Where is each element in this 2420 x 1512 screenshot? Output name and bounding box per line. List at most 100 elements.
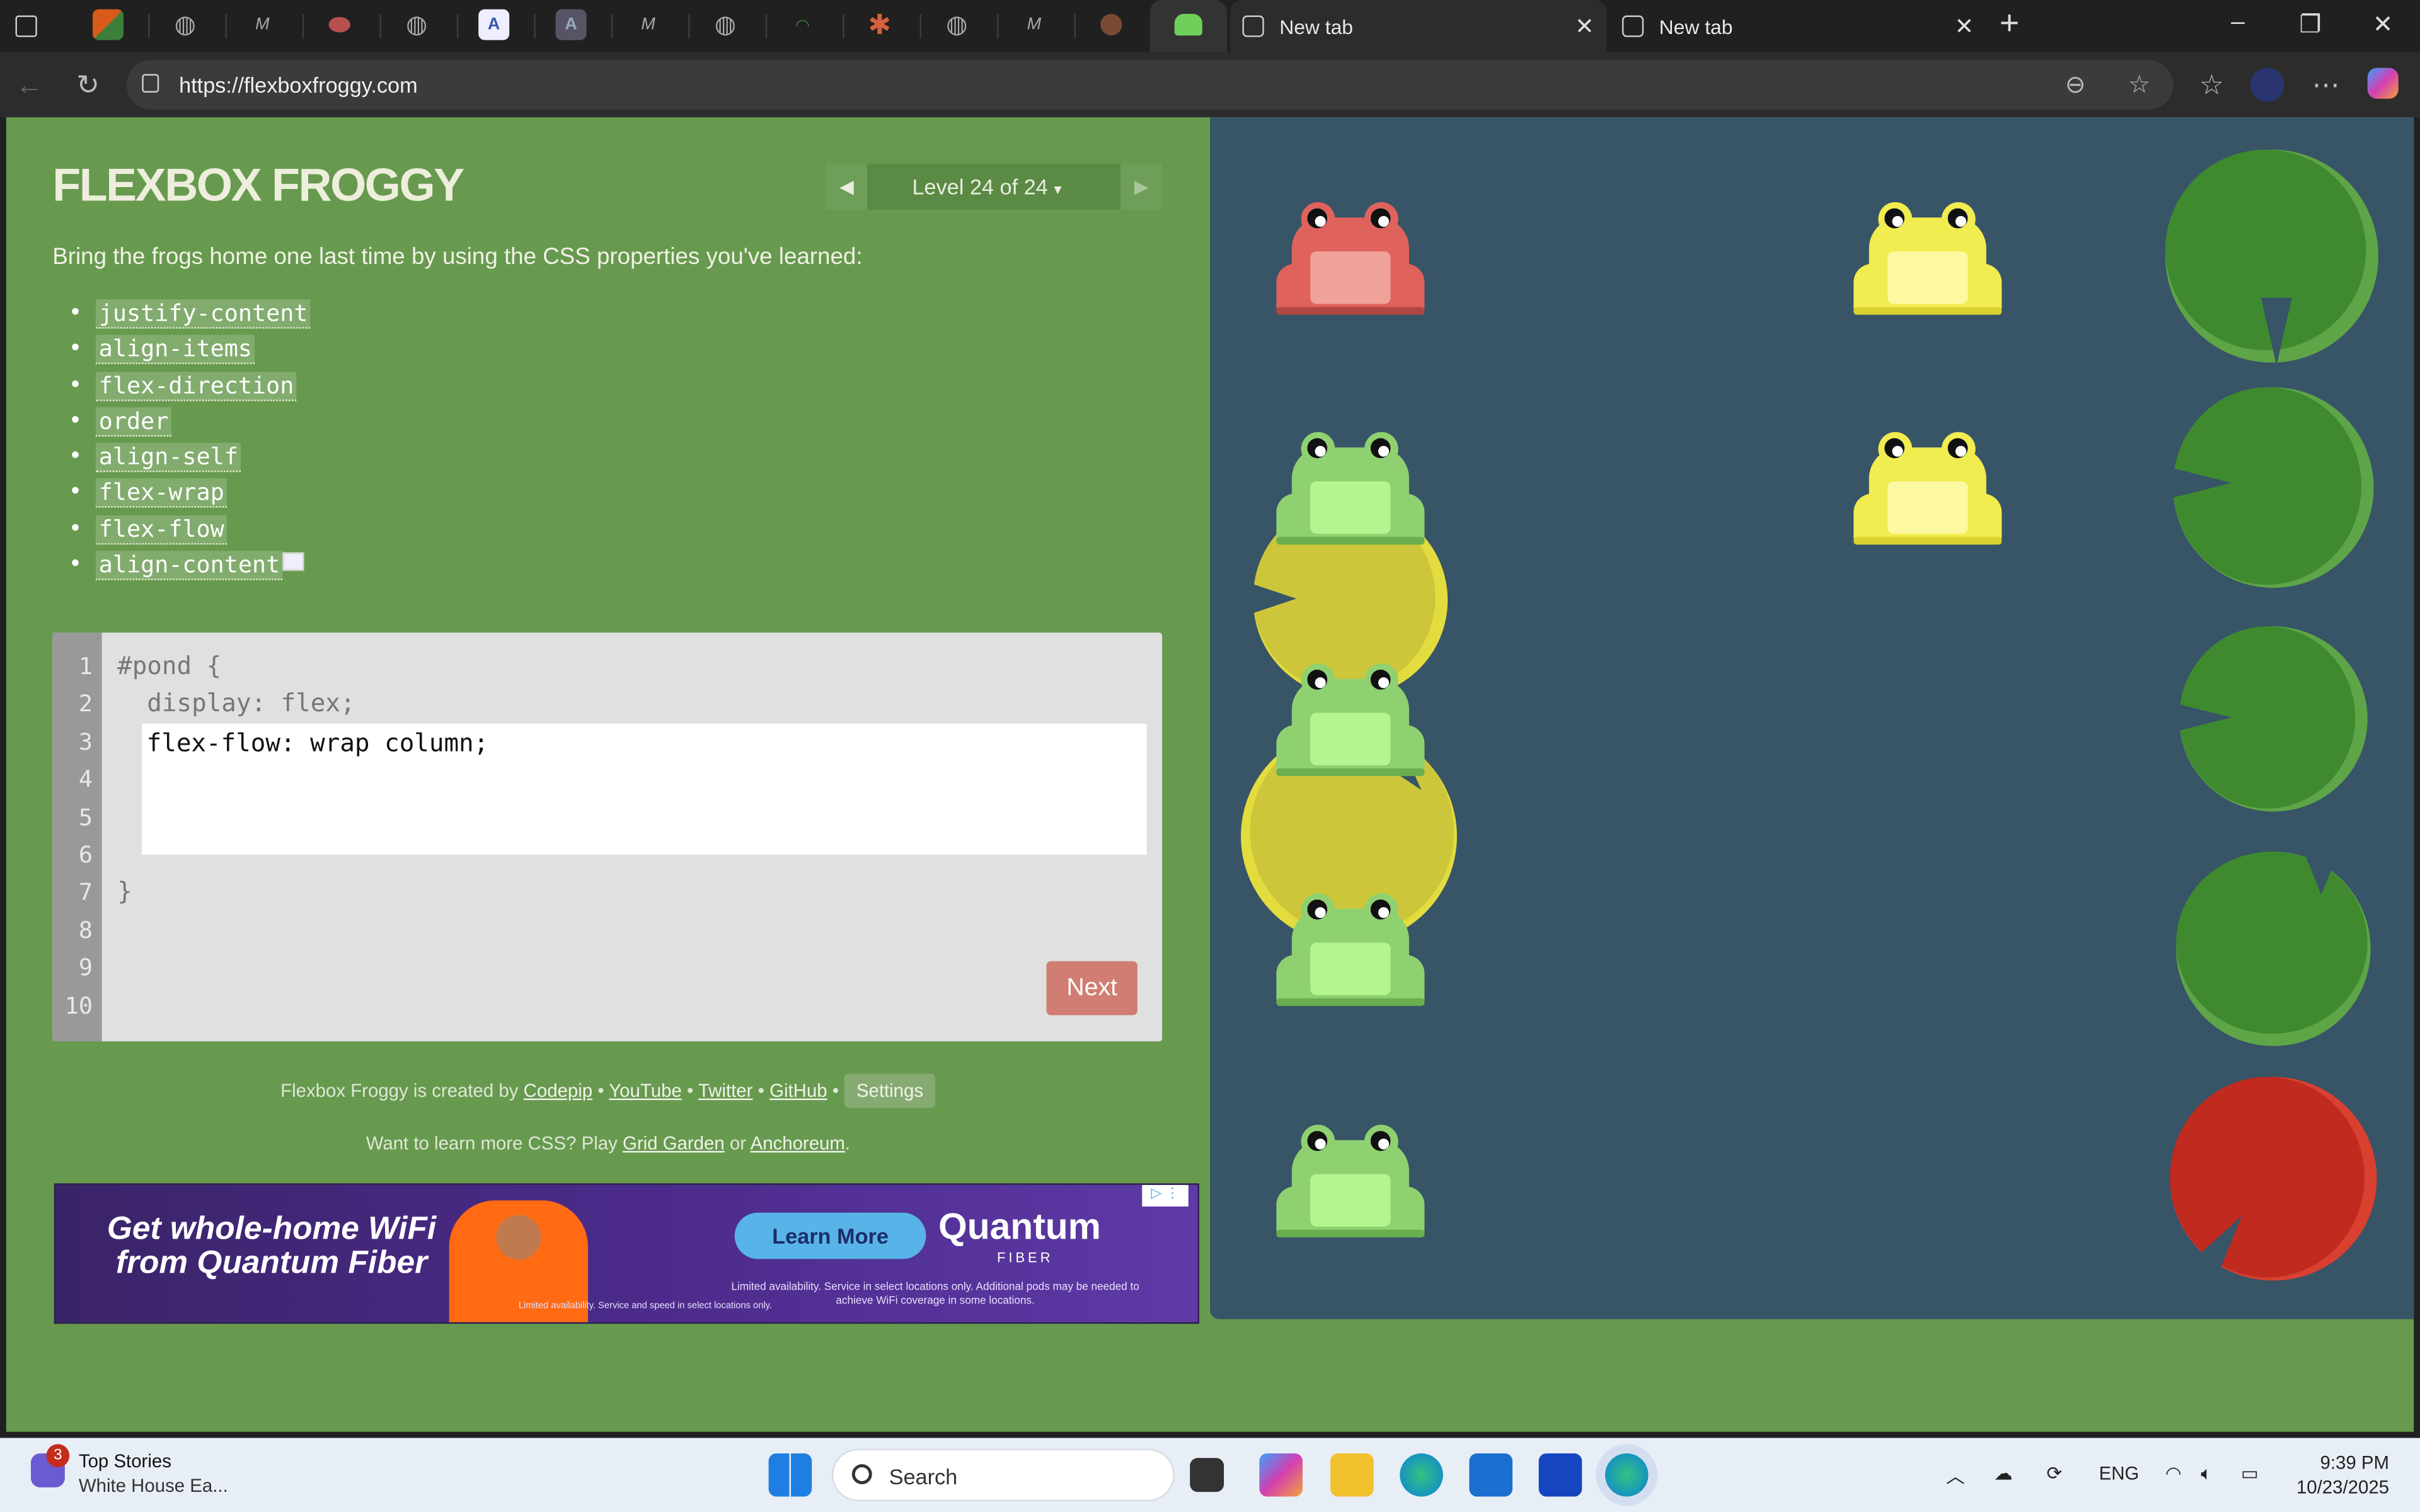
level-indicator[interactable]: Level 24 of 24 ▾ [912, 175, 1061, 199]
list-item: justify-content [71, 299, 311, 335]
prev-level-button[interactable]: ◀ [826, 163, 868, 210]
file-explorer-icon[interactable] [1330, 1453, 1374, 1497]
ad-learn-more-button[interactable]: Learn More [734, 1212, 926, 1259]
tab-favicon-icon[interactable]: A [478, 9, 510, 40]
monkey-icon[interactable] [1096, 9, 1127, 40]
clock-date: 10/23/2025 [2296, 1476, 2390, 1498]
css-input[interactable]: flex-flow: wrap column; [142, 723, 1147, 855]
app-icon[interactable] [1538, 1453, 1582, 1497]
favorites-icon[interactable]: ☆ [2194, 68, 2228, 102]
copilot-icon[interactable] [2367, 67, 2402, 102]
tab-new-tab-2[interactable]: New tab ✕ [1610, 0, 1986, 52]
ad-choices-icon[interactable]: ▷ ⋮ [1142, 1184, 1189, 1207]
learn-more-line: Want to learn more CSS? Play Grid Garden… [366, 1132, 851, 1154]
close-tab-icon[interactable]: ✕ [1954, 13, 1974, 40]
battery-icon[interactable]: ▭ [2241, 1463, 2259, 1484]
minimize-icon[interactable]: – [2215, 9, 2261, 37]
new-tab-button[interactable]: + [1986, 3, 2032, 43]
ad-brand-logo: Quantum [938, 1206, 1101, 1249]
clock[interactable]: 9:39 PM 10/23/2025 [2284, 1450, 2389, 1499]
property-justify-content[interactable]: justify-content [95, 299, 311, 329]
windows-start-icon[interactable] [768, 1453, 812, 1497]
language-indicator[interactable]: ENG [2099, 1463, 2140, 1484]
refresh-icon[interactable]: ↻ [71, 68, 105, 102]
restore-icon[interactable]: ❐ [2287, 9, 2333, 40]
close-window-icon[interactable]: ✕ [2360, 9, 2406, 40]
tab-flexbox-froggy[interactable] [1150, 0, 1227, 53]
grid-garden-link[interactable]: Grid Garden [623, 1133, 725, 1154]
lilypad-red [2170, 1077, 2377, 1281]
taskbar-search[interactable]: Search [832, 1448, 1175, 1501]
news-title: Top Stories [78, 1450, 171, 1472]
tab-new-tab-1[interactable]: New tab ✕ [1230, 0, 1607, 53]
code-editor: 1 2 3 4 5 6 7 8 9 10 #pond { display: fl… [52, 633, 1163, 1042]
tab-favicon-icon[interactable] [324, 9, 355, 40]
list-item: align-items [71, 335, 311, 371]
tab-favicon-icon[interactable]: M [633, 9, 664, 40]
close-tab-icon[interactable]: ✕ [1575, 13, 1594, 40]
edge-icon[interactable] [1400, 1453, 1443, 1497]
store-icon[interactable] [1469, 1453, 1513, 1497]
onedrive-icon[interactable]: ☁ [1994, 1463, 2012, 1484]
youtube-link[interactable]: YouTube [609, 1080, 681, 1101]
credit-line: Flexbox Froggy is created by Codepip • Y… [6, 1074, 1210, 1108]
address-bar[interactable]: https://flexboxfroggy.com ⊖ ☆ [126, 60, 2174, 110]
next-button[interactable]: Next [1046, 961, 1138, 1016]
tab-favicon-icon[interactable]: M [1018, 9, 1049, 40]
next-level-button[interactable]: ▶ [1120, 163, 1163, 210]
back-icon[interactable]: ← [13, 68, 47, 102]
frog-green [1276, 432, 1425, 549]
tab-favicon-icon[interactable]: ◠ [787, 9, 818, 40]
property-flex-wrap[interactable]: flex-wrap [95, 479, 228, 508]
anchoreum-link[interactable]: Anchoreum [751, 1133, 845, 1154]
wifi-icon[interactable]: ◠ [2165, 1463, 2182, 1484]
globe-icon[interactable]: ◍ [170, 9, 200, 40]
level-instructions: Bring the frogs home one last time by us… [52, 243, 863, 270]
copilot-app-icon[interactable] [1259, 1453, 1303, 1497]
property-list: justify-content align-items flex-directi… [71, 299, 311, 587]
property-align-items[interactable]: align-items [95, 335, 255, 365]
code-line-closing: } [117, 876, 132, 907]
profile-avatar[interactable] [2250, 67, 2285, 102]
property-flex-flow[interactable]: flex-flow [95, 515, 228, 544]
globe-icon[interactable]: ◍ [942, 9, 972, 40]
property-align-self[interactable]: align-self [95, 443, 241, 472]
codepip-link[interactable]: Codepip [524, 1080, 592, 1101]
tab-favicon-icon[interactable]: A [555, 9, 587, 40]
workspaces-icon[interactable] [15, 15, 37, 37]
tab-favicon-icon[interactable] [92, 9, 124, 40]
volume-mute-icon[interactable]: 🔈︎ [2201, 1463, 2212, 1486]
lilypad-green [2176, 626, 2368, 812]
globe-icon[interactable]: ◍ [710, 9, 741, 40]
tab-label: New tab [1279, 14, 1354, 38]
favorite-star-icon[interactable]: ☆ [2128, 69, 2150, 100]
globe-icon[interactable]: ◍ [401, 9, 432, 40]
list-item: flex-direction [71, 371, 311, 407]
github-link[interactable]: GitHub [769, 1080, 827, 1101]
sync-icon[interactable]: ⟳ [2046, 1463, 2062, 1484]
property-order[interactable]: order [95, 407, 172, 437]
more-actions-icon[interactable]: ⊖ [2065, 69, 2086, 100]
edge-active-icon[interactable] [1605, 1453, 1649, 1497]
menu-dots-icon[interactable]: ⋯ [2309, 68, 2343, 102]
instructions-panel: FLEXBOX FROGGY ◀ Level 24 of 24 ▾ ▶ Brin… [6, 117, 1210, 1432]
task-view-icon[interactable] [1190, 1458, 1224, 1492]
clock-time: 9:39 PM [2320, 1452, 2390, 1474]
url-text[interactable]: https://flexboxfroggy.com [179, 72, 418, 97]
asterisk-icon[interactable]: ✱ [864, 8, 895, 40]
frog-green [1276, 1125, 1425, 1242]
show-hidden-icons[interactable]: ︿ [1946, 1463, 1964, 1489]
line-numbers: 1 2 3 4 5 6 7 8 9 10 [52, 633, 102, 1042]
ad-headline: Get whole-home WiFi from Quantum Fiber [107, 1211, 437, 1281]
lilypad-green [2170, 387, 2374, 588]
settings-button[interactable]: Settings [844, 1074, 936, 1108]
property-align-content[interactable]: align-content [95, 551, 284, 581]
browser-tab-strip: ◍ M ◍ A A M ◍ ◠ ✱ ◍ M New tab ✕ New tab … [0, 0, 2420, 53]
twitter-link[interactable]: Twitter [698, 1080, 753, 1101]
advertisement-banner[interactable]: Get whole-home WiFi from Quantum Fiber L… [54, 1183, 1199, 1324]
tab-favicon-icon[interactable]: M [247, 9, 278, 40]
property-flex-direction[interactable]: flex-direction [95, 371, 297, 401]
windows-taskbar: 3 Top Stories White House Ea... Search ︿… [0, 1438, 2420, 1512]
level-navigator: ◀ Level 24 of 24 ▾ ▶ [826, 163, 1163, 210]
browser-toolbar: ← ↻ https://flexboxfroggy.com ⊖ ☆ ☆ ⋯ [0, 52, 2420, 118]
